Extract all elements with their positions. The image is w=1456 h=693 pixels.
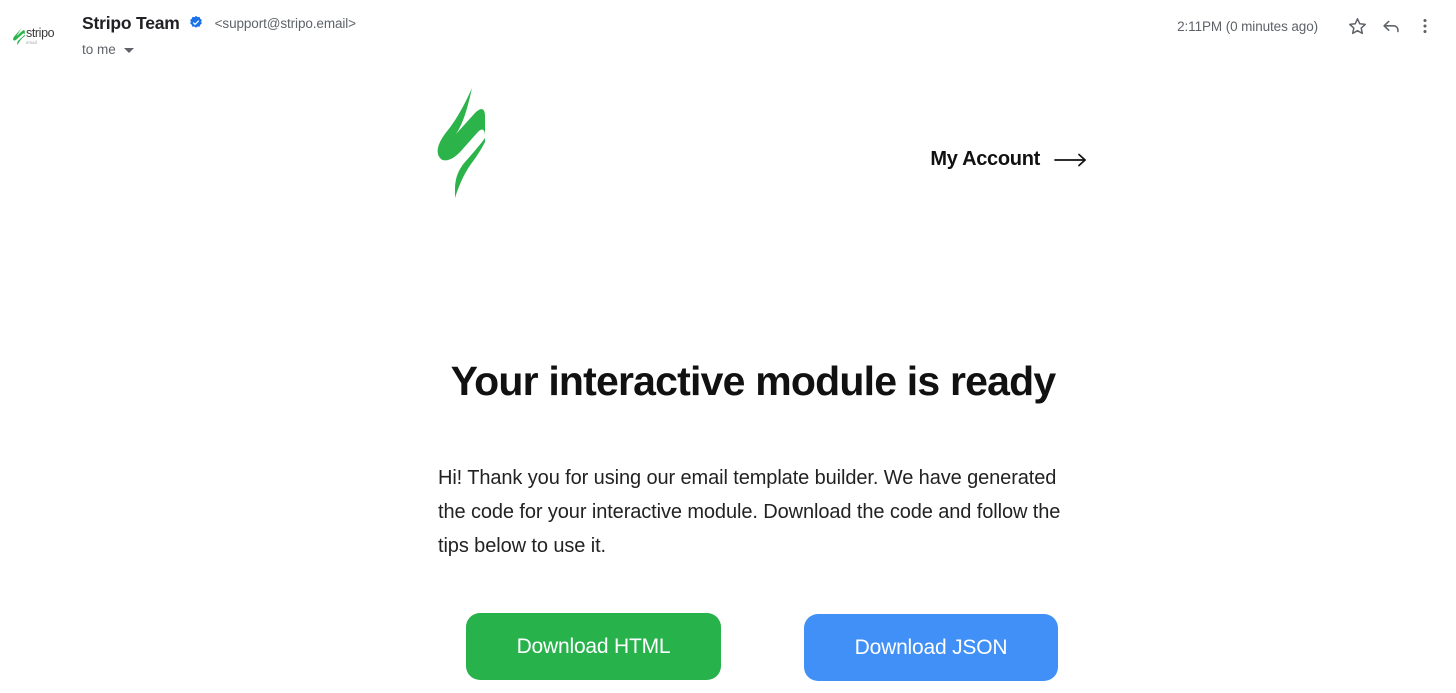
message-timestamp: 2:11PM (0 minutes ago) bbox=[1177, 18, 1318, 34]
reply-icon[interactable] bbox=[1374, 11, 1408, 41]
avatar-subword: email bbox=[26, 39, 38, 45]
message-actions: 2:11PM (0 minutes ago) bbox=[1177, 11, 1442, 41]
sender-line: Stripo Team <support@stripo.email> bbox=[82, 12, 356, 34]
my-account-label: My Account bbox=[930, 148, 1040, 170]
email-brand-row: My Account bbox=[0, 86, 1456, 216]
sender-email: <support@stripo.email> bbox=[214, 15, 356, 31]
sender-info: Stripo Team <support@stripo.email> to me bbox=[82, 12, 356, 58]
page-title: Your interactive module is ready bbox=[450, 358, 1057, 404]
recipient-label: to me bbox=[82, 41, 116, 57]
my-account-link[interactable]: My Account bbox=[930, 148, 1088, 171]
download-json-button[interactable]: Download JSON bbox=[804, 614, 1058, 681]
chevron-down-icon[interactable] bbox=[123, 47, 134, 53]
recipient-row[interactable]: to me bbox=[82, 40, 356, 58]
email-body: My Account Your interactive module is re… bbox=[0, 86, 1456, 681]
email-content-canvas: My Account Your interactive module is re… bbox=[0, 86, 1456, 681]
sender-avatar: stripo email bbox=[12, 20, 58, 52]
avatar-wordmark: stripo email bbox=[26, 26, 55, 45]
more-options-icon[interactable] bbox=[1408, 11, 1442, 41]
arrow-right-icon bbox=[1054, 152, 1088, 168]
sender-name[interactable]: Stripo Team bbox=[82, 13, 180, 34]
avatar-word: stripo bbox=[26, 26, 55, 41]
verified-badge-icon bbox=[189, 15, 202, 28]
download-html-button[interactable]: Download HTML bbox=[466, 613, 721, 680]
stripo-logo-icon bbox=[13, 27, 25, 45]
body-paragraph: Hi! Thank you for using our email templa… bbox=[438, 467, 1061, 557]
stripo-s-logo-icon bbox=[437, 88, 485, 198]
star-icon[interactable] bbox=[1340, 11, 1374, 41]
download-button-row: Download HTML Download JSON bbox=[0, 613, 1456, 693]
email-message-header: stripo email Stripo Team <support@stripo… bbox=[0, 0, 1456, 74]
